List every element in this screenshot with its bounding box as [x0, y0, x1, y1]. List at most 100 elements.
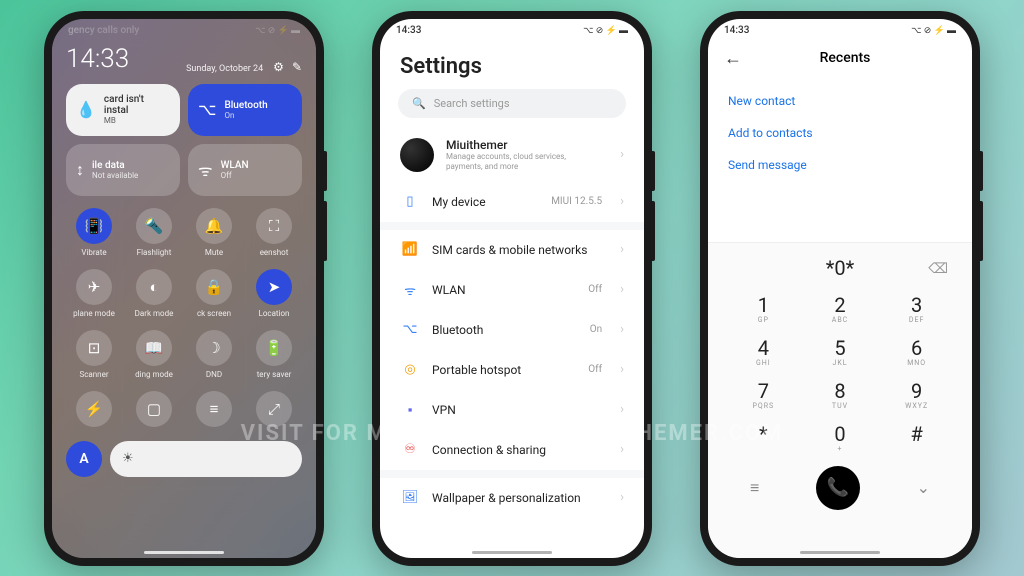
setting-portable-hotspot[interactable]: ◎Portable hotspotOff›: [380, 350, 644, 390]
toggle-icon: ⊡: [76, 330, 112, 366]
cc-toggle-plane mode[interactable]: ✈plane mode: [66, 265, 122, 322]
cc-toggle-item-14[interactable]: ≡: [186, 387, 242, 435]
chevron-right-icon: ›: [620, 442, 624, 457]
phone-dialer: 14:33 ⌥ ⊘ ⚡ ▬ ← Recents New contactAdd t…: [700, 11, 980, 566]
toggle-icon: ✈: [76, 269, 112, 305]
status-time: 14:33: [724, 25, 749, 36]
cc-toggle-eenshot[interactable]: ⛶eenshot: [246, 204, 302, 261]
toggle-icon: ⛶: [256, 208, 292, 244]
setting-my-device[interactable]: ▯ My device MIUI 12.5.5 ›: [380, 182, 644, 222]
profile-row[interactable]: Miuithemer Manage accounts, cloud servic…: [380, 128, 644, 182]
setting-connection-sharing[interactable]: ♾Connection & sharing›: [380, 430, 644, 470]
setting-vpn[interactable]: ▪VPN›: [380, 390, 644, 430]
cc-tile-bluetooth[interactable]: ⌥ Bluetooth On: [188, 84, 302, 136]
key-9[interactable]: 9WXYZ: [879, 374, 954, 415]
cc-tile-data[interactable]: 💧 card isn't instal MB: [66, 84, 180, 136]
cc-toggle-tery saver[interactable]: 🔋tery saver: [246, 326, 302, 383]
key-7[interactable]: 7PQRS: [726, 374, 801, 415]
cc-toggle-item-12[interactable]: ⚡: [66, 387, 122, 435]
home-indicator[interactable]: [800, 551, 880, 554]
setting-icon: ▪: [400, 400, 420, 420]
key-0[interactable]: 0+: [803, 417, 878, 458]
status-icons: ⌥ ⊘ ⚡ ▬: [911, 25, 956, 36]
cc-toggle-ck screen[interactable]: 🔒ck screen: [186, 265, 242, 322]
toggle-icon: ☽: [196, 330, 232, 366]
cc-toggle-DND[interactable]: ☽DND: [186, 326, 242, 383]
wallpaper-icon: 🖼: [400, 488, 420, 508]
setting-sim-cards-mobile-networks[interactable]: 📶SIM cards & mobile networks›: [380, 230, 644, 270]
call-button[interactable]: 📞: [816, 466, 860, 510]
cc-toggle-item-13[interactable]: ▢: [126, 387, 182, 435]
cc-toggle-Location[interactable]: ➤Location: [246, 265, 302, 322]
setting-icon: ᯤ: [400, 280, 420, 300]
bluetooth-icon: ⌥: [198, 100, 216, 119]
toggle-icon: ➤: [256, 269, 292, 305]
toggle-icon: 🔒: [196, 269, 232, 305]
data-icon: ↕: [76, 160, 84, 180]
key-4[interactable]: 4GHI: [726, 331, 801, 372]
search-input[interactable]: 🔍 Search settings: [398, 89, 626, 118]
setting-icon: ◎: [400, 360, 420, 380]
key-6[interactable]: 6MNO: [879, 331, 954, 372]
brightness-slider[interactable]: ☀: [110, 441, 302, 477]
chevron-right-icon: ›: [620, 490, 624, 505]
home-indicator[interactable]: [144, 551, 224, 554]
device-icon: ▯: [400, 192, 420, 212]
wifi-icon: ᯤ: [198, 159, 213, 181]
cc-date: Sunday, October 24: [186, 64, 263, 74]
cc-toggle-Vibrate[interactable]: 📳Vibrate: [66, 204, 122, 261]
toggle-icon: ⤢: [256, 391, 292, 427]
cc-toggle-item-15[interactable]: ⤢: [246, 387, 302, 435]
dialer-link-add-to-contacts[interactable]: Add to contacts: [728, 117, 952, 149]
dialer-link-send-message[interactable]: Send message: [728, 149, 952, 181]
toggle-icon: ◐: [136, 269, 172, 305]
dialed-number: *0* ⌫: [726, 251, 954, 288]
chevron-right-icon: ›: [620, 402, 624, 417]
key-3[interactable]: 3DEF: [879, 288, 954, 329]
toggle-icon: 📖: [136, 330, 172, 366]
auto-brightness-button[interactable]: A: [66, 441, 102, 477]
avatar: [400, 138, 434, 172]
menu-icon[interactable]: ≡: [750, 478, 759, 498]
toggle-icon: ≡: [196, 391, 232, 427]
cc-toggle-Mute[interactable]: 🔔Mute: [186, 204, 242, 261]
cc-tile-wlan[interactable]: ᯤ WLAN Off: [188, 144, 302, 196]
edit-icon[interactable]: ✎: [292, 60, 302, 74]
keypad-collapse-icon[interactable]: ⌄: [917, 478, 930, 497]
cc-tile-mobile-data[interactable]: ↕ ile data Not available: [66, 144, 180, 196]
setting-bluetooth[interactable]: ⌥BluetoothOn›: [380, 310, 644, 350]
key-*[interactable]: *: [726, 417, 801, 458]
setting-icon: ♾: [400, 440, 420, 460]
divider: [380, 470, 644, 478]
backspace-button[interactable]: ⌫: [928, 261, 948, 277]
status-bar: 14:33 ⌥ ⊘ ⚡ ▬: [380, 19, 644, 38]
search-icon: 🔍: [412, 97, 426, 110]
key-1[interactable]: 1GP: [726, 288, 801, 329]
chevron-right-icon: ›: [620, 322, 624, 337]
toggle-icon: ⚡: [76, 391, 112, 427]
dialer-link-new-contact[interactable]: New contact: [728, 85, 952, 117]
cc-time: 14:33: [66, 44, 129, 74]
settings-icon[interactable]: ⚙: [273, 60, 284, 74]
settings-title: Settings: [380, 42, 644, 89]
back-button[interactable]: ←: [724, 48, 742, 69]
home-indicator[interactable]: [472, 551, 552, 554]
status-bar: 14:33 ⌥ ⊘ ⚡ ▬: [708, 19, 972, 38]
key-8[interactable]: 8TUV: [803, 374, 878, 415]
cc-toggle-Flashlight[interactable]: 🔦Flashlight: [126, 204, 182, 261]
setting-wlan[interactable]: ᯤWLANOff›: [380, 270, 644, 310]
status-time: 14:33: [396, 25, 421, 36]
setting-wallpaper[interactable]: 🖼 Wallpaper & personalization ›: [380, 478, 644, 518]
chevron-right-icon: ›: [620, 362, 624, 377]
cc-toggle-Dark mode[interactable]: ◐Dark mode: [126, 265, 182, 322]
chevron-right-icon: ›: [620, 242, 624, 257]
key-5[interactable]: 5JKL: [803, 331, 878, 372]
toggle-icon: ▢: [136, 391, 172, 427]
toggle-icon: 📳: [76, 208, 112, 244]
droplet-icon: 💧: [76, 100, 96, 119]
key-#[interactable]: #: [879, 417, 954, 458]
cc-toggle-ding mode[interactable]: 📖ding mode: [126, 326, 182, 383]
phone-control-center: gency calls only ⌥ ⊘ ⚡ ▬ 14:33 Sunday, O…: [44, 11, 324, 566]
key-2[interactable]: 2ABC: [803, 288, 878, 329]
cc-toggle-Scanner[interactable]: ⊡Scanner: [66, 326, 122, 383]
